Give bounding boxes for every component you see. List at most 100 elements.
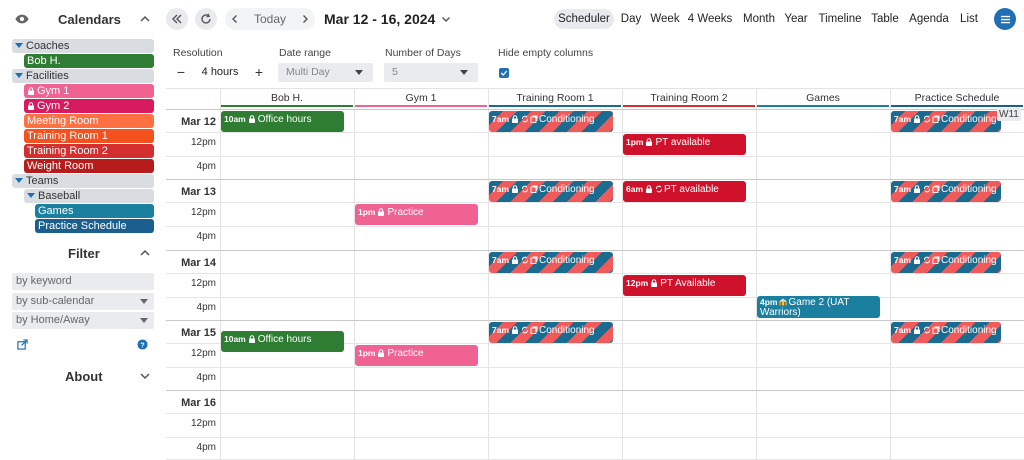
caret-down-icon[interactable] [15,178,23,183]
calendar-item-gym-1[interactable]: Gym 1 [24,84,154,98]
calendar-label: Teams [26,175,59,187]
view-tab-week[interactable]: Week [647,9,683,29]
event-conditioning[interactable]: 7am Conditioning [891,252,1001,273]
grid-slot-line [166,132,1024,133]
calendar-item-training-room-1[interactable]: Training Room 1 [24,129,154,143]
event-time: 1pm [626,137,644,147]
calendar-item-weight-room[interactable]: Weight Room [24,159,154,173]
event-practice[interactable]: 1pm Practice [355,204,478,225]
event-conditioning[interactable]: 7am Conditioning [891,181,1001,202]
event-conditioning[interactable]: 7am Conditioning [891,111,1001,132]
eye-icon[interactable] [15,13,29,25]
event-practice[interactable]: 1pm Practice [355,345,478,366]
caret-down-icon[interactable] [15,73,23,78]
about-title: About [65,368,103,384]
event-pt-available[interactable]: 12pm PT Available [623,275,746,296]
lock-icon [651,279,658,287]
lock-icon [512,115,519,123]
calendar-label: Meeting Room [27,115,99,127]
calendar-group-baseball[interactable]: Baseball [24,189,154,203]
calendar-group-teams[interactable]: Teams [12,174,154,188]
view-tab-timeline[interactable]: Timeline [815,9,865,29]
lock-icon [512,256,519,264]
event-time: 1pm [358,207,376,217]
calendar-label: Training Room 1 [27,130,108,142]
calendar-item-practice-schedule[interactable]: Practice Schedule [35,219,154,233]
column-color-bar [890,105,1023,107]
calendar-group-coaches[interactable]: Coaches [12,39,154,53]
filter-subcalendar-select[interactable]: by sub-calendar [12,293,154,310]
caret-down-icon[interactable] [27,193,35,198]
event-conditioning[interactable]: 7am Conditioning [891,322,1001,343]
calendar-item-bob-h-[interactable]: Bob H. [24,54,154,68]
date-range-select[interactable]: Multi Day [278,63,373,82]
calendar-item-training-room-2[interactable]: Training Room 2 [24,144,154,158]
help-icon[interactable]: ? [137,339,148,350]
calendar-label: Gym 1 [37,85,70,97]
event-title: Conditioning [539,255,595,266]
event-time: 10am [224,334,246,344]
increase-button[interactable]: + [250,63,268,81]
repeat-icon [656,185,663,193]
event-conditioning[interactable]: 7am Conditioning [489,252,613,273]
grid-slot-line [166,202,1024,203]
view-tab-day[interactable]: Day [618,9,644,29]
calendar-group-facilities[interactable]: Facilities [12,69,154,83]
decrease-button[interactable]: − [172,63,190,81]
event-conditioning[interactable]: 7am Conditioning [489,111,613,132]
filter-keyword-input[interactable]: by keyword [12,273,154,290]
repeat-icon [924,185,931,193]
event-title: Conditioning [941,114,997,125]
event-title: Conditioning [941,325,997,336]
event-conditioning[interactable]: 7am Conditioning [489,181,613,202]
calendar-item-meeting-room[interactable]: Meeting Room [24,114,154,128]
collapse-sidebar-button[interactable] [166,8,188,30]
date-range-value: Multi Day [286,66,330,78]
next-button[interactable] [295,8,315,30]
chevron-down-icon[interactable] [138,369,152,383]
prev-button[interactable] [225,8,245,30]
today-button[interactable]: Today [245,12,295,26]
view-tab-table[interactable]: Table [869,9,901,29]
event-pt-available[interactable]: 1pm PT available [623,134,746,155]
resolution-value: 4 hours [201,66,239,78]
chevron-up-icon[interactable] [138,246,152,260]
grid-slot-line [166,367,1024,368]
view-tab-4-weeks[interactable]: 4 Weeks [686,9,734,29]
calendar-item-games[interactable]: Games [35,204,154,218]
event-time: 7am [492,114,510,124]
day-label: Mar 13 [181,186,216,198]
event-office-hours[interactable]: 10am Office hours [221,111,344,132]
grid-day-line [166,179,1024,180]
event-title: Conditioning [941,184,997,195]
event-office-hours[interactable]: 10am Office hours [221,331,344,352]
share-icon[interactable] [17,339,28,350]
event-conditioning[interactable]: 7am Conditioning [489,322,613,343]
view-tab-month[interactable]: Month [740,9,778,29]
filter-header[interactable]: Filter [12,243,158,263]
filter-homeaway-select[interactable]: by Home/Away [12,312,154,329]
num-days-select[interactable]: 5 [384,63,478,82]
toolbar: Today Mar 12 - 16, 2024 Scheduler Day Week… [166,0,1024,40]
refresh-button[interactable] [195,8,217,30]
caret-down-icon[interactable] [15,43,23,48]
lock-icon [914,185,921,193]
event-game-2-uat-warriors-[interactable]: 4pm Game 2 (UAT Warriors) [757,296,880,318]
chevron-up-icon[interactable] [138,12,152,26]
main-menu-button[interactable] [994,8,1016,30]
view-tab-year[interactable]: Year [783,9,809,29]
calendars-title: Calendars [58,11,121,27]
date-range-picker[interactable]: Mar 12 - 16, 2024 [324,11,451,27]
calendars-header[interactable]: Calendars [12,9,158,29]
view-tab-scheduler[interactable]: Scheduler [554,9,614,29]
double-chevron-left-icon [172,14,182,24]
grid-column-line [354,89,355,460]
about-header[interactable]: About [12,366,158,386]
event-time: 7am [894,184,912,194]
view-tab-list[interactable]: List [956,9,982,29]
event-pt-available[interactable]: 6am PT available [623,181,746,202]
view-tab-agenda[interactable]: Agenda [907,9,951,29]
calendar-item-gym-2[interactable]: Gym 2 [24,99,154,113]
hide-empty-checkbox[interactable] [499,68,509,78]
grid-column-line [890,89,891,460]
